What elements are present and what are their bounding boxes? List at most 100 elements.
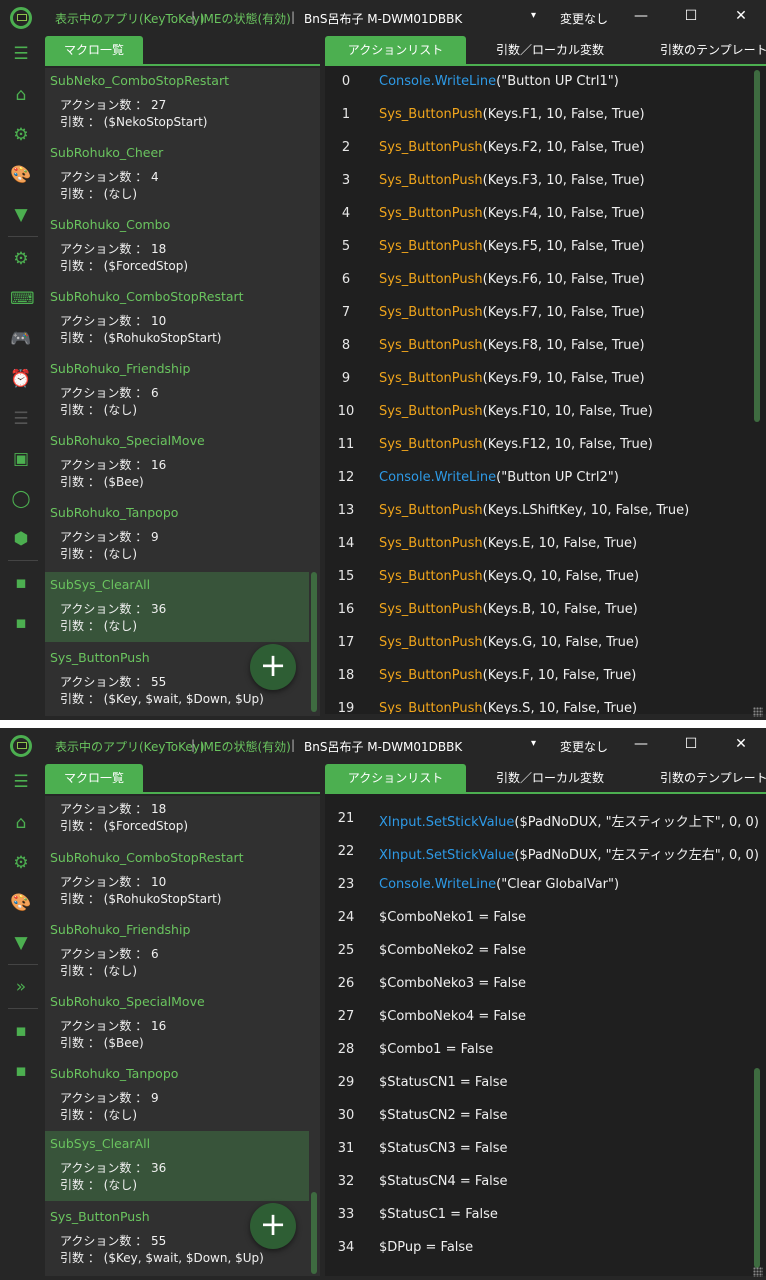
table-row[interactable]: 3 Sys_ButtonPush(Keys.F3, 10, False, True… <box>325 165 766 198</box>
profile-selector[interactable]: BnS呂布子 M-DWM01DBBK <box>304 10 462 27</box>
list-item[interactable]: SubRohuko_Tanpopo アクション数 ： 9 引数 ： (なし) <box>45 500 309 570</box>
list-item[interactable]: SubRohuko_SpecialMove アクション数 ： 16 引数 ： (… <box>45 989 309 1059</box>
table-row[interactable]: 11 Sys_ButtonPush(Keys.F12, 10, False, Tr… <box>325 429 766 462</box>
table-row[interactable]: 1 Sys_ButtonPush(Keys.F1, 10, False, True… <box>325 99 766 132</box>
tab-macro-list[interactable]: マクロ一覧 <box>45 764 143 792</box>
table-row[interactable]: 6 Sys_ButtonPush(Keys.F6, 10, False, True… <box>325 264 766 297</box>
table-row[interactable]: 33 $StatusC1 = False <box>325 1199 766 1232</box>
action-args: $DPup = False <box>379 1240 474 1255</box>
tab-action-list[interactable]: アクションリスト <box>325 764 466 792</box>
table-row[interactable]: 10 Sys_ButtonPush(Keys.F10, 10, False, Tr… <box>325 396 766 429</box>
table-row[interactable]: 32 $StatusCN4 = False <box>325 1166 766 1199</box>
tab-args-template[interactable]: 引数のテンプレート <box>660 764 766 792</box>
tab-macro-list[interactable]: マクロ一覧 <box>45 36 143 64</box>
minimize-button[interactable]: — <box>626 8 656 24</box>
chevron-down-icon[interactable]: ▾ <box>531 10 536 21</box>
table-row[interactable]: 4 Sys_ButtonPush(Keys.F4, 10, False, True… <box>325 198 766 231</box>
add-macro-button[interactable]: + <box>250 1203 296 1249</box>
list-item-selected[interactable]: SubSys_ClearAll アクション数 ： 36 引数 ： (なし) <box>45 572 309 642</box>
table-row[interactable]: 8 Sys_ButtonPush(Keys.F8, 10, False, True… <box>325 330 766 363</box>
table-row[interactable]: 25 $ComboNeko2 = False <box>325 935 766 968</box>
table-row[interactable]: 13 Sys_ButtonPush(Keys.LShiftKey, 10, Fal… <box>325 495 766 528</box>
hamburger-icon[interactable]: ☰ <box>10 43 32 65</box>
list-item[interactable]: SubRohuko_ComboStopRestart アクション数 ： 10 引… <box>45 845 309 915</box>
hamburger-icon[interactable]: ☰ <box>10 771 32 793</box>
table-row[interactable]: 9 Sys_ButtonPush(Keys.F9, 10, False, True… <box>325 363 766 396</box>
alarm-icon[interactable]: ⏰ <box>10 368 32 390</box>
table-row[interactable]: 24 $ComboNeko1 = False <box>325 902 766 935</box>
table-row[interactable]: 19 Sys_ButtonPush(Keys.S, 10, False, True… <box>325 693 766 714</box>
tab-action-list[interactable]: アクションリスト <box>325 36 466 64</box>
list-item[interactable]: SubRohuko_Tanpopo アクション数 ： 9 引数 ： (なし) <box>45 1061 309 1131</box>
table-row[interactable]: 7 Sys_ButtonPush(Keys.F7, 10, False, True… <box>325 297 766 330</box>
table-row[interactable]: 15 Sys_ButtonPush(Keys.Q, 10, False, True… <box>325 561 766 594</box>
list-item[interactable]: SubRohuko_Friendship アクション数 ： 6 引数 ： (なし… <box>45 917 309 987</box>
vue-logo-icon[interactable]: ▼ <box>10 932 32 954</box>
palette-icon[interactable]: 🎨 <box>10 892 32 914</box>
resize-grip-icon[interactable] <box>753 1267 763 1277</box>
table-row[interactable]: 14 Sys_ButtonPush(Keys.E, 10, False, True… <box>325 528 766 561</box>
home-icon[interactable]: ⌂ <box>10 84 32 106</box>
table-row[interactable]: 18 Sys_ButtonPush(Keys.F, 10, False, True… <box>325 660 766 693</box>
tab-args-local-vars[interactable]: 引数／ローカル変数 <box>470 36 630 64</box>
minimize-button[interactable]: — <box>626 736 656 752</box>
table-row[interactable]: 27 $ComboNeko4 = False <box>325 1001 766 1034</box>
gear-icon[interactable]: ⚙ <box>10 124 32 146</box>
close-button[interactable]: ✕ <box>726 736 756 752</box>
list-icon[interactable]: ☰ <box>10 408 32 430</box>
palette-icon[interactable]: 🎨 <box>10 164 32 186</box>
list-item[interactable]: SubRohuko_SpecialMove アクション数 ： 16 引数 ： (… <box>45 428 309 498</box>
table-row[interactable]: 2 Sys_ButtonPush(Keys.F2, 10, False, True… <box>325 132 766 165</box>
chevron-down-icon[interactable]: ▾ <box>531 738 536 749</box>
list-item[interactable]: SubRohuko_Combo アクション数 ： 18 引数 ： ($Force… <box>45 212 309 282</box>
profile-selector[interactable]: BnS呂布子 M-DWM01DBBK <box>304 738 462 755</box>
scrollbar[interactable] <box>754 70 760 422</box>
tab-args-template[interactable]: 引数のテンプレート <box>660 36 766 64</box>
circle-icon[interactable]: ◯ <box>10 488 32 510</box>
box-icon[interactable]: ⬢ <box>10 528 32 550</box>
add-macro-button[interactable]: + <box>250 644 296 690</box>
table-row[interactable]: 30 $StatusCN2 = False <box>325 1100 766 1133</box>
image-icon[interactable]: ▣ <box>10 448 32 470</box>
gear-icon[interactable]: ⚙ <box>10 852 32 874</box>
table-row[interactable]: 12 Console.WriteLine("Button UP Ctrl2") <box>325 462 766 495</box>
maximize-button[interactable]: ☐ <box>676 736 706 752</box>
table-row[interactable]: 21 XInput.SetStickValue($PadNoDUX, "左スティッ… <box>325 803 766 836</box>
table-row[interactable]: 0 Console.WriteLine("Button UP Ctrl1") <box>325 66 766 99</box>
gear-icon[interactable]: ⚙ <box>10 248 32 270</box>
list-item[interactable]: SubRohuko_Cheer アクション数 ： 4 引数 ： (なし) <box>45 140 309 210</box>
save-icon[interactable]: ▪ <box>10 1060 32 1082</box>
table-row[interactable]: 22 XInput.SetStickValue($PadNoDUX, "左スティッ… <box>325 836 766 869</box>
table-row[interactable]: 29 $StatusCN1 = False <box>325 1067 766 1100</box>
table-row[interactable]: 31 $StatusCN3 = False <box>325 1133 766 1166</box>
table-row[interactable]: 20Console.WriteLine("Stick Reset") <box>325 794 766 803</box>
list-item[interactable]: SubRohuko_Friendship アクション数 ： 6 引数 ： (なし… <box>45 356 309 426</box>
tab-args-local-vars[interactable]: 引数／ローカル変数 <box>470 764 630 792</box>
home-icon[interactable]: ⌂ <box>10 812 32 834</box>
vue-logo-icon[interactable]: ▼ <box>10 204 32 226</box>
table-row[interactable]: 23 Console.WriteLine("Clear GlobalVar") <box>325 869 766 902</box>
maximize-button[interactable]: ☐ <box>676 8 706 24</box>
table-row[interactable]: 34 $DPup = False <box>325 1232 766 1265</box>
double-chevron-icon[interactable]: » <box>10 976 32 998</box>
list-item[interactable]: SubRohuko_Combo アクション数 ： 18 引数 ： ($Force… <box>45 796 309 833</box>
save-icon[interactable]: ▪ <box>10 1020 32 1042</box>
save-icon[interactable]: ▪ <box>10 572 32 594</box>
close-button[interactable]: ✕ <box>726 8 756 24</box>
gamepad-icon[interactable]: 🎮 <box>10 328 32 350</box>
table-row[interactable]: 16 Sys_ButtonPush(Keys.B, 10, False, True… <box>325 594 766 627</box>
scrollbar[interactable] <box>754 1068 760 1268</box>
save-icon[interactable]: ▪ <box>10 612 32 634</box>
table-row[interactable]: 26 $ComboNeko3 = False <box>325 968 766 1001</box>
action-count: 16 <box>151 458 167 472</box>
keyboard-icon[interactable]: ⌨ <box>10 288 35 310</box>
list-item[interactable]: SubRohuko_ComboStopRestart アクション数 ： 10 引… <box>45 284 309 354</box>
list-item[interactable]: SubNeko_ComboStopRestart アクション数 ： 27 引数 … <box>45 68 309 138</box>
scrollbar[interactable] <box>311 572 317 712</box>
table-row[interactable]: 28 $Combo1 = False <box>325 1034 766 1067</box>
list-item-selected[interactable]: SubSys_ClearAll アクション数 ： 36 引数 ： (なし) <box>45 1131 309 1201</box>
scrollbar[interactable] <box>311 1192 317 1274</box>
resize-grip-icon[interactable] <box>753 707 763 717</box>
table-row[interactable]: 17 Sys_ButtonPush(Keys.G, 10, False, True… <box>325 627 766 660</box>
table-row[interactable]: 5 Sys_ButtonPush(Keys.F5, 10, False, True… <box>325 231 766 264</box>
